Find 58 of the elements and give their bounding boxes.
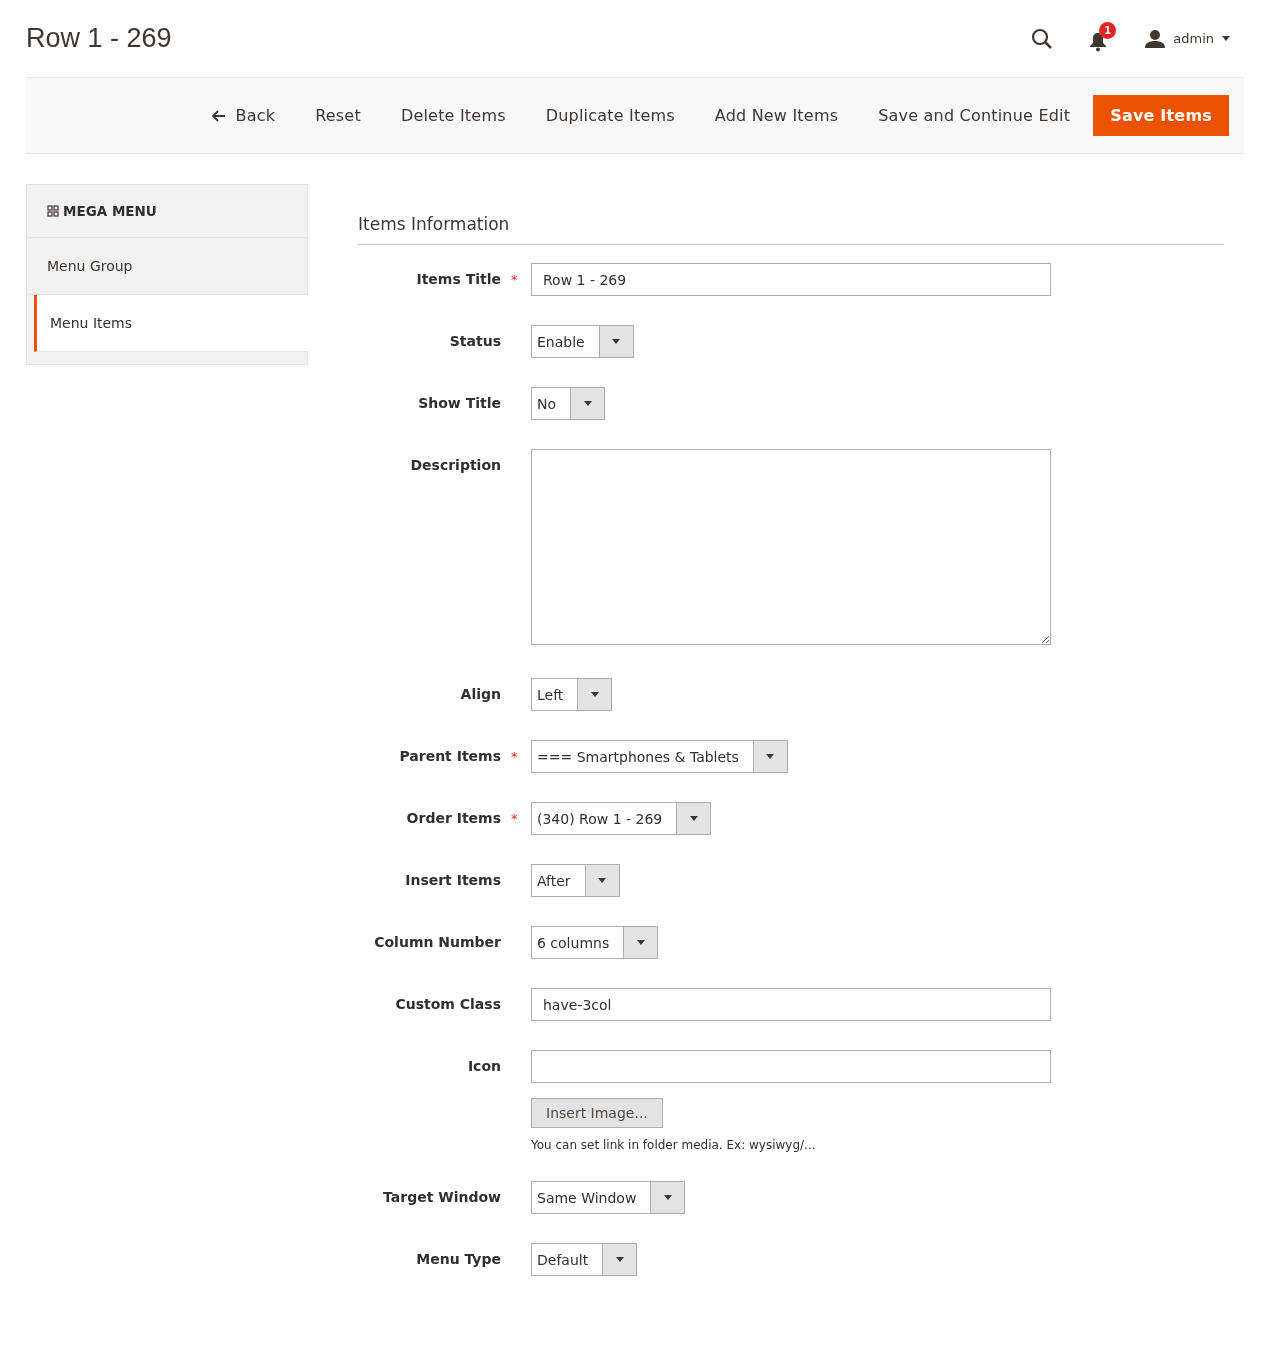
arrow-left-icon [211,109,226,122]
section-title: Items Information [358,214,1224,245]
caret-icon [590,692,599,697]
grid-icon [47,205,59,217]
select-field[interactable]: (340) Row 1 - 269 [531,802,712,835]
text-field[interactable]: Row 1 - 269 [531,263,1051,296]
caret-icon [636,940,645,945]
save-button[interactable]: Save Items [1093,95,1229,136]
required-mark: * [510,811,518,826]
caret-icon [598,878,607,883]
field-label: Align [459,685,501,704]
field-label: Description [409,456,501,475]
field-label: Show Title [417,394,501,413]
action-button[interactable]: Duplicate Items [528,95,692,136]
field-label: Items Title [415,270,501,289]
caret-icon [689,816,698,821]
action-button[interactable]: Add New Items [697,95,856,136]
caret-icon [583,401,592,406]
insert-image-button[interactable]: Insert Image... [531,1098,663,1128]
user-icon [1145,29,1166,48]
field-label: Icon [466,1057,501,1076]
field-label: Custom Class [394,995,501,1014]
action-button[interactable]: Delete Items [383,95,523,136]
back-button[interactable]: Back [194,95,293,136]
action-button[interactable]: Reset [298,95,378,136]
field-label: Parent Items [398,747,501,766]
required-mark: * [510,749,518,764]
select-field[interactable]: Enable [531,325,634,358]
field-label: Insert Items [404,871,501,890]
required-mark: * [510,272,518,287]
description-field[interactable] [531,449,1051,645]
hint-text: You can set link in folder media. Ex: wysiwyg/... [531,1138,817,1152]
select-field[interactable]: Same Window [531,1181,686,1214]
field-label: Menu Type [415,1250,501,1269]
user-menu[interactable]: admin [1145,29,1230,48]
notification-count: 1 [1099,21,1117,39]
text-field[interactable]: have-3col [531,988,1051,1021]
caret-icon [1222,36,1230,41]
select-field[interactable]: 6 columns [531,926,659,959]
sidebar-title: MEGA MENU [63,203,157,219]
search-icon[interactable] [1031,27,1054,50]
field-label: Status [448,332,501,351]
field-label: Target Window [382,1188,501,1207]
caret-icon [663,1195,672,1200]
select-field[interactable]: After [531,864,620,897]
action-button[interactable]: Save and Continue Edit [861,95,1088,136]
caret-icon [612,339,621,344]
field-label: Order Items [405,809,501,828]
select-field[interactable]: Default [531,1243,638,1276]
select-field[interactable]: Left [531,678,613,711]
caret-icon [615,1257,624,1262]
select-field[interactable]: === Smartphones & Tablets [531,740,788,773]
text-field[interactable] [531,1050,1051,1083]
select-field[interactable]: No [531,387,606,420]
field-label: Column Number [373,933,501,952]
caret-icon [766,754,775,759]
sidebar-item[interactable]: Menu Items [34,295,308,352]
page-title: Row 1 - 269 [26,23,173,54]
